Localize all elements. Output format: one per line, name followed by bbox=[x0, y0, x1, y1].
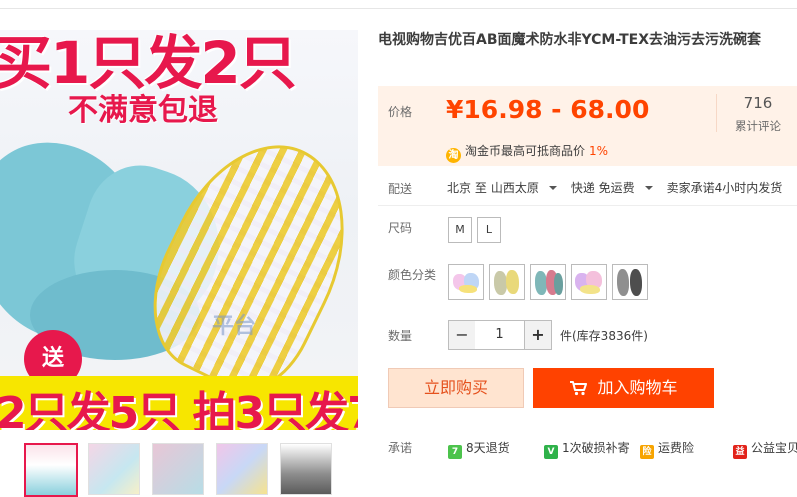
guarantee-damage[interactable]: V 1次破损补寄 bbox=[544, 439, 630, 459]
price-value: ¥16.98 - 68.00 bbox=[446, 95, 649, 125]
thumbnail-1[interactable] bbox=[24, 443, 78, 497]
charity-icon: 益 bbox=[733, 445, 747, 459]
thumbnail-2[interactable] bbox=[88, 443, 140, 495]
image-watermark: 平台 bbox=[212, 314, 257, 339]
main-product-image[interactable]: 买1只发2只 不满意包退 送 平台 2只发5只 拍3只发7只 bbox=[0, 30, 358, 430]
color-label: 颜色分类 bbox=[388, 268, 437, 282]
size-option-l[interactable]: L bbox=[477, 217, 501, 243]
delivery-destination[interactable]: 山西太原 bbox=[491, 181, 539, 195]
return-icon: 7 bbox=[448, 445, 462, 459]
delivery-from: 北京 至 bbox=[447, 181, 487, 195]
banner-headline: 买1只发2只 bbox=[0, 30, 297, 97]
guarantee-text: 公益宝贝 bbox=[751, 441, 797, 455]
review-divider bbox=[716, 94, 717, 132]
guarantee-label: 承诺 bbox=[388, 441, 413, 455]
review-label[interactable]: 累计评论 bbox=[724, 118, 792, 134]
color-option-4[interactable] bbox=[571, 264, 607, 300]
thumbnail-5[interactable] bbox=[280, 443, 332, 495]
price-label: 价格 bbox=[388, 105, 413, 119]
price-panel: 价格 ¥16.98 - 68.00 716 累计评论 淘淘金币最高可抵商品价 1% bbox=[378, 86, 797, 166]
size-label: 尺码 bbox=[388, 221, 413, 235]
coin-percent: 1% bbox=[589, 144, 609, 158]
delivery-label: 配送 bbox=[388, 182, 413, 196]
buy-now-button[interactable]: 立即购买 bbox=[388, 368, 524, 408]
coin-text: 淘金币最高可抵商品价 bbox=[465, 144, 586, 158]
damage-icon: V bbox=[544, 445, 558, 459]
review-count[interactable]: 716 bbox=[732, 94, 784, 112]
delivery-method[interactable]: 快递 免运费 bbox=[571, 181, 635, 195]
thumbnail-4[interactable] bbox=[216, 443, 268, 495]
stock-text: 件(库存3836件) bbox=[560, 329, 648, 343]
add-to-cart-button[interactable]: 加入购物车 bbox=[533, 368, 714, 408]
chevron-down-icon[interactable] bbox=[644, 186, 653, 190]
quantity-input[interactable]: 1 bbox=[475, 320, 524, 350]
guarantee-text: 1次破损补寄 bbox=[562, 441, 630, 455]
quantity-increase-button[interactable]: + bbox=[524, 320, 552, 350]
size-option-m[interactable]: M bbox=[448, 217, 472, 243]
guarantee-text: 8天退货 bbox=[466, 441, 510, 455]
guarantee-charity[interactable]: 益公益宝贝 bbox=[733, 439, 797, 459]
delivery-row: 北京 至山西太原 快递 免运费 卖家承诺4小时内发货 bbox=[447, 179, 786, 196]
thumbnail-3[interactable] bbox=[152, 443, 204, 495]
guarantee-return[interactable]: 7 8天退货 bbox=[448, 439, 510, 459]
cart-icon bbox=[570, 381, 588, 396]
section-divider bbox=[378, 205, 797, 206]
color-option-3[interactable] bbox=[530, 264, 566, 300]
color-option-5[interactable] bbox=[612, 264, 648, 300]
quantity-label: 数量 bbox=[388, 329, 413, 343]
chevron-down-icon[interactable] bbox=[548, 186, 557, 190]
add-to-cart-label: 加入购物车 bbox=[597, 378, 678, 397]
banner-subline: 不满意包退 bbox=[68, 93, 218, 128]
quantity-decrease-button[interactable]: − bbox=[448, 320, 476, 350]
banner-promo: 2只发5只 拍3只发7只 bbox=[0, 388, 358, 431]
currency-symbol: ¥ bbox=[446, 95, 464, 124]
color-option-1[interactable] bbox=[448, 264, 484, 300]
taojinbi-row: 淘淘金币最高可抵商品价 1% bbox=[446, 142, 608, 163]
insurance-icon: 险 bbox=[640, 445, 654, 459]
delivery-promise: 卖家承诺4小时内发货 bbox=[666, 181, 783, 195]
guarantee-shipping-insurance[interactable]: 险运费险 bbox=[640, 439, 694, 459]
guarantee-text: 运费险 bbox=[658, 441, 695, 455]
top-divider bbox=[0, 0, 797, 9]
thumbnail-strip bbox=[0, 440, 358, 497]
coin-icon: 淘 bbox=[446, 148, 461, 163]
price-range: 16.98 - 68.00 bbox=[463, 95, 650, 124]
color-option-2[interactable] bbox=[489, 264, 525, 300]
product-title: 电视购物吉优百AB面魔术防水非YCM-TEX去油污去污洗碗套 bbox=[378, 32, 762, 48]
